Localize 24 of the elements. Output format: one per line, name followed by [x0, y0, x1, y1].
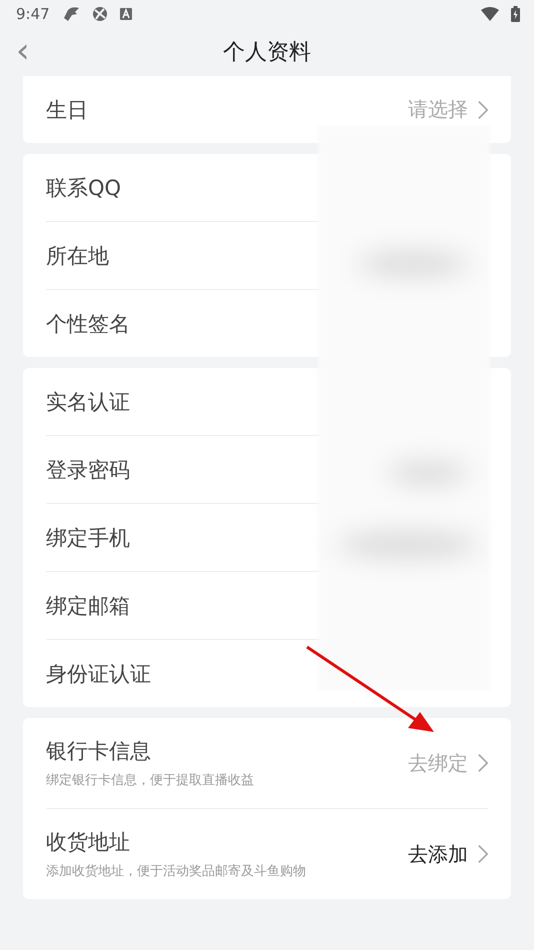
status-time: 9:47 [16, 5, 50, 23]
settings-row[interactable]: 收货地址 添加收货地址，便于活动奖品邮寄及斗鱼购物 去添加 [46, 808, 488, 899]
row-label: 登录密码 [46, 456, 131, 484]
row-label: 个性签名 [46, 310, 131, 338]
row-label: 收货地址 [46, 829, 131, 856]
row-description: 添加收货地址，便于活动奖品邮寄及斗鱼购物 [46, 863, 307, 880]
row-label: 生日 [46, 96, 89, 124]
row-label: 银行卡信息 [46, 738, 152, 765]
row-label: 联系QQ [46, 174, 122, 202]
row-label: 所在地 [46, 242, 110, 270]
row-label: 实名认证 [46, 388, 131, 416]
row-label: 绑定手机 [46, 524, 131, 552]
row-value: 去绑定 [408, 750, 468, 776]
row-description: 绑定银行卡信息，便于提取直播收益 [46, 772, 255, 789]
row-label: 身份证认证 [46, 660, 152, 688]
row-label: 绑定邮箱 [46, 592, 131, 620]
page-title: 个人资料 [223, 39, 311, 67]
settings-row[interactable]: 生日 请选择 [46, 76, 488, 143]
wifi-icon [481, 7, 499, 21]
app-icon [120, 8, 132, 20]
settings-row[interactable]: 银行卡信息 绑定银行卡信息，便于提取直播收益 去绑定 [46, 718, 488, 808]
battery-icon [511, 6, 520, 22]
row-value: 请选择 [408, 96, 468, 123]
row-value: 去添加 [408, 840, 468, 868]
